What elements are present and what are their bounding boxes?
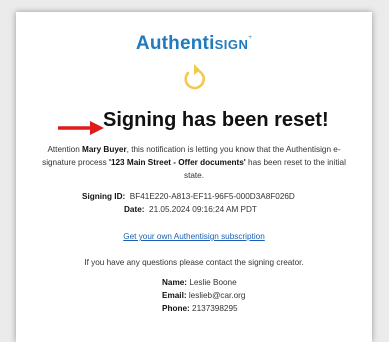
red-arrow-icon bbox=[58, 121, 104, 135]
creator-name-row: Name: Leslie Boone bbox=[162, 278, 237, 287]
subscription-link[interactable]: Get your own Authentisign subscription bbox=[16, 232, 372, 241]
creator-email-label: Email: bbox=[162, 291, 187, 300]
signing-id-row: Signing ID: BF41E220-A813-EF11-96F5-000D… bbox=[82, 192, 295, 201]
signing-id-value: BF41E220-A813-EF11-96F5-000D3A8F026D bbox=[129, 192, 295, 201]
message-prefix: Attention bbox=[47, 145, 83, 154]
recipient-name: Mary Buyer bbox=[82, 145, 127, 154]
notification-message: Attention Mary Buyer, this notification … bbox=[36, 143, 352, 182]
email-card: AuthentiSIGN+ Signing has been reset! At… bbox=[16, 12, 372, 342]
signing-date-row: Date: 21.05.2024 09:16:24 AM PDT bbox=[124, 205, 257, 214]
creator-name-label: Name: bbox=[162, 278, 188, 287]
creator-phone-value: 2137398295 bbox=[192, 304, 238, 313]
signing-id-label: Signing ID: bbox=[82, 192, 126, 201]
logo-main: Authenti bbox=[135, 33, 215, 54]
process-name: '123 Main Street - Offer documents' bbox=[109, 158, 246, 167]
signing-date-value: 21.05.2024 09:16:24 AM PDT bbox=[149, 205, 257, 214]
creator-email-row: Email: leslieb@car.org bbox=[162, 291, 245, 300]
logo-mark: + bbox=[248, 35, 253, 41]
signing-date-label: Date: bbox=[124, 205, 145, 214]
creator-email-value[interactable]: leslieb@car.org bbox=[189, 291, 246, 300]
logo-accent: SIGN bbox=[214, 37, 249, 52]
contact-prompt: If you have any questions please contact… bbox=[84, 258, 304, 267]
reset-arrow-icon bbox=[184, 64, 205, 90]
authentisign-logo: AuthentiSIGN+ bbox=[16, 33, 372, 55]
page-title: Signing has been reset! bbox=[103, 109, 329, 131]
creator-name-value: Leslie Boone bbox=[189, 278, 237, 287]
creator-phone-label: Phone: bbox=[162, 304, 190, 313]
creator-phone-row: Phone: 2137398295 bbox=[162, 304, 238, 313]
